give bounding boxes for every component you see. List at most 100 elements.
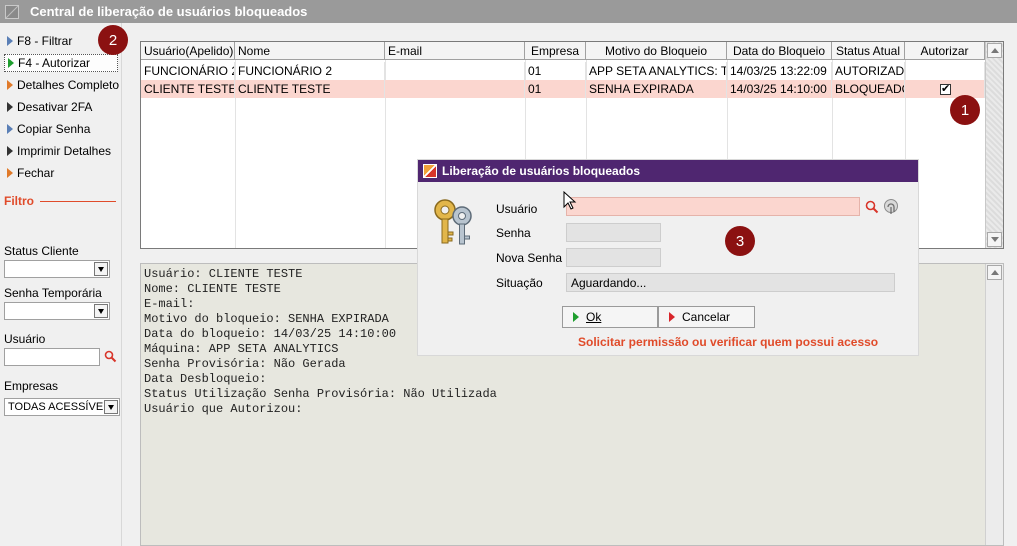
fingerprint-icon[interactable] [883, 198, 899, 216]
full-details-button[interactable]: Detalhes Completo [4, 76, 120, 94]
sidebar: F8 - Filtrar F4 - Autorizar Detalhes Com… [0, 23, 122, 546]
copy-password-button-label: Copiar Senha [17, 122, 91, 136]
annotation-badge-1: 1 [950, 95, 980, 125]
arrow-right-icon [669, 312, 675, 322]
grid-header: Usuário(Apelido) Nome E-mail Empresa Mot… [141, 42, 985, 60]
col-header-apelido[interactable]: Usuário(Apelido) [141, 42, 235, 60]
app-logo-icon [423, 164, 437, 178]
dialog-situacao-field: Aguardando... [566, 273, 895, 292]
filter-button-label: F8 - Filtrar [17, 34, 73, 48]
col-header-status[interactable]: Status Atual [832, 42, 905, 60]
dialog-situacao-label: Situação [496, 276, 543, 290]
chevron-down-icon[interactable] [104, 400, 118, 414]
scroll-up-icon[interactable] [987, 265, 1002, 280]
cell-empresa: 01 [525, 80, 586, 98]
search-icon[interactable] [104, 350, 117, 363]
authorize-checkbox[interactable] [940, 82, 951, 95]
filter-heading-label: Filtro [4, 194, 34, 208]
chevron-down-icon[interactable] [94, 304, 108, 318]
empresas-value: TODAS ACESSÍVEIS [8, 401, 114, 413]
cell-email [385, 62, 525, 80]
grid-scrollbar[interactable] [985, 42, 1003, 248]
cell-autorizar [905, 80, 985, 98]
disable-2fa-button-label: Desativar 2FA [17, 100, 93, 114]
cell-motivo: SENHA EXPIRADA [586, 80, 727, 98]
window-title: Central de liberação de usuários bloquea… [30, 4, 308, 19]
cell-autorizar[interactable] [905, 62, 985, 80]
col-header-empresa[interactable]: Empresa [525, 42, 586, 60]
ok-button-label: Ok [586, 310, 602, 324]
cancel-button[interactable]: Cancelar [658, 306, 755, 328]
close-button[interactable]: Fechar [4, 164, 118, 182]
col-header-autorizar[interactable]: Autorizar [905, 42, 985, 60]
annotation-badge-2: 2 [98, 25, 128, 55]
col-header-motivo[interactable]: Motivo do Bloqueio [586, 42, 727, 60]
usuario-filter-input[interactable] [4, 348, 100, 366]
senha-temporaria-select[interactable] [4, 302, 110, 320]
ok-button[interactable]: Ok [562, 306, 658, 328]
arrow-right-icon [7, 146, 13, 156]
table-row-selected[interactable]: CLIENTE TESTE CLIENTE TESTE 01 SENHA EXP… [141, 80, 985, 98]
dialog-nova-senha-input[interactable] [566, 248, 661, 267]
filter-section-heading: Filtro [4, 194, 116, 208]
chevron-down-icon[interactable] [94, 262, 108, 276]
cell-motivo: APP SETA ANALYTICS: TEM [586, 62, 727, 80]
empresas-select[interactable]: TODAS ACESSÍVEIS [4, 398, 120, 416]
dialog-title-bar: Liberação de usuários bloqueados [418, 160, 918, 182]
cell-status: AUTORIZADO [832, 62, 905, 80]
close-button-label: Fechar [17, 166, 55, 180]
detail-line: Data Desbloqueio: [144, 372, 267, 386]
detail-line: Usuário que Autorizou: [144, 402, 303, 416]
dialog-usuario-label: Usuário [496, 202, 538, 216]
arrow-right-icon [7, 36, 13, 46]
print-details-button-label: Imprimir Detalhes [17, 144, 112, 158]
cell-data: 14/03/25 14:10:00 [727, 80, 832, 98]
authorize-button[interactable]: F4 - Autorizar [4, 54, 118, 72]
arrow-right-icon [7, 168, 13, 178]
dialog-senha-input[interactable] [566, 223, 661, 242]
dialog-situacao-value: Aguardando... [571, 275, 647, 290]
authorize-button-label: F4 - Autorizar [18, 56, 91, 70]
cell-email [385, 80, 525, 98]
dialog-title: Liberação de usuários bloqueados [442, 164, 641, 178]
arrow-right-icon [7, 102, 13, 112]
divider [40, 200, 116, 202]
dialog-warning: Solicitar permissão ou verificar quem po… [578, 335, 879, 349]
scroll-down-icon[interactable] [987, 232, 1002, 247]
arrow-right-icon [7, 124, 13, 134]
arrow-right-icon [7, 80, 13, 90]
search-icon[interactable] [865, 200, 879, 214]
arrow-right-icon [8, 58, 14, 68]
table-row[interactable]: FUNCIONÁRIO 2 FUNCIONÁRIO 2 01 APP SETA … [141, 62, 985, 80]
detail-line: Status Utilização Senha Provisória: Não … [144, 387, 497, 401]
cell-empresa: 01 [525, 62, 586, 80]
cell-data: 14/03/25 13:22:09 [727, 62, 832, 80]
print-details-button[interactable]: Imprimir Detalhes [4, 142, 118, 160]
dialog-senha-label: Senha [496, 226, 531, 240]
status-cliente-select[interactable] [4, 260, 110, 278]
arrow-right-icon [573, 312, 579, 322]
mouse-cursor-icon [563, 191, 577, 210]
senha-temporaria-label: Senha Temporária [4, 286, 102, 300]
details-scrollbar[interactable] [985, 264, 1003, 545]
cancel-button-label: Cancelar [682, 310, 731, 324]
usuario-filter-label: Usuário [4, 332, 46, 346]
copy-password-button[interactable]: Copiar Senha [4, 120, 118, 138]
empresas-label: Empresas [4, 379, 59, 393]
scroll-up-icon[interactable] [987, 43, 1002, 58]
disable-2fa-button[interactable]: Desativar 2FA [4, 98, 118, 116]
status-cliente-label: Status Cliente [4, 244, 79, 258]
col-header-data[interactable]: Data do Bloqueio [727, 42, 832, 60]
cell-apelido: CLIENTE TESTE [141, 80, 235, 98]
app-icon [5, 4, 19, 19]
annotation-badge-3: 3 [725, 226, 755, 256]
cell-status: BLOQUEADO [832, 80, 905, 98]
col-header-email[interactable]: E-mail [385, 42, 525, 60]
col-header-nome[interactable]: Nome [235, 42, 385, 60]
dialog-nova-senha-label: Nova Senha [496, 251, 563, 265]
full-details-button-label: Detalhes Completo [17, 78, 120, 92]
cell-nome: FUNCIONÁRIO 2 [235, 62, 385, 80]
dialog-usuario-input[interactable] [566, 197, 860, 216]
cell-nome: CLIENTE TESTE [235, 80, 385, 98]
unlock-dialog: Liberação de usuários bloqueados Usuário… [418, 160, 918, 355]
